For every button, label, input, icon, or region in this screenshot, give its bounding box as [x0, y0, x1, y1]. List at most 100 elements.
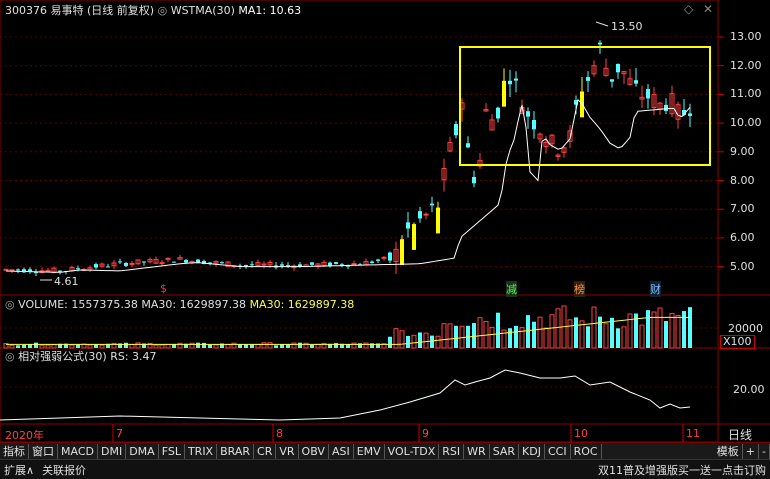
ma1-value: MA1: 10.63 [238, 4, 302, 17]
tab-dma[interactable]: DMA [126, 443, 159, 459]
candle-body [496, 107, 500, 119]
candle-body [3, 268, 9, 271]
candle-body [586, 77, 590, 81]
volume-value: VOLUME: 1557375.38 [18, 298, 138, 311]
volume-bar [567, 319, 573, 349]
chart-frame [0, 0, 719, 442]
candle-body [76, 268, 80, 270]
low-price-label: 4.61 [54, 275, 79, 288]
candle-body [418, 211, 422, 219]
candle-body [16, 269, 20, 271]
chart-header: 300376 易事特 (日线 前复权) ◎ WSTMA(30) MA1: 10.… [5, 4, 301, 17]
event-marker-jian[interactable]: 减 [506, 281, 517, 297]
volume-bar [45, 344, 51, 349]
stock-code: 300376 [5, 4, 47, 17]
tab-wr[interactable]: WR [464, 443, 490, 459]
volume-bar [441, 323, 447, 349]
tab-voltdx[interactable]: VOL-TDX [385, 443, 440, 459]
volume-bar [87, 344, 93, 349]
date-axis-label: 8 [276, 427, 283, 440]
candle-body [376, 259, 380, 261]
tab-indicator[interactable]: 指标 [0, 443, 29, 459]
remove-button[interactable]: - [759, 443, 770, 459]
volume-bar [9, 344, 15, 349]
volume-bar [586, 326, 590, 348]
volume-bar [496, 312, 500, 348]
volume-bar [621, 326, 627, 349]
related-quotes-button[interactable]: 关联报价 [38, 462, 90, 478]
volume-bar [202, 342, 206, 348]
period-button[interactable]: 日线 [728, 426, 752, 443]
volume-bar [543, 327, 549, 349]
volume-bar [255, 343, 261, 349]
event-marker-s[interactable]: $ [160, 282, 167, 295]
tab-cci[interactable]: CCI [545, 443, 571, 459]
tab-kdj[interactable]: KDJ [519, 443, 545, 459]
volume-bar [514, 325, 518, 348]
tab-macd[interactable]: MACD [58, 443, 98, 459]
volume-bar [388, 336, 392, 348]
tab-brar[interactable]: BRAR [217, 443, 255, 459]
price-axis-tick: 5.00 [730, 259, 755, 273]
price-axis-tick: 6.00 [730, 230, 755, 244]
volume-bar [393, 328, 399, 349]
settings-circle-icon[interactable]: ◎ [5, 350, 15, 363]
promo-ad-link[interactable]: 双11普及增强版买一送一点击订购 [594, 462, 770, 478]
tab-window[interactable]: 窗口 [29, 443, 58, 459]
tab-obv[interactable]: OBV [299, 443, 329, 459]
template-button[interactable]: 模板 [714, 443, 743, 459]
tab-emv[interactable]: EMV [354, 443, 385, 459]
tab-cr[interactable]: CR [254, 443, 277, 459]
rs-axis-tick: 20.00 [733, 383, 765, 396]
add-button[interactable]: + [743, 443, 760, 459]
candle-body [370, 261, 374, 263]
volume-bar [346, 344, 350, 348]
candle-body [526, 111, 530, 117]
candle-body [508, 80, 512, 85]
candle-body [454, 124, 458, 136]
volume-bar [51, 344, 57, 349]
tab-dmi[interactable]: DMI [98, 443, 127, 459]
candlestick-chart[interactable] [0, 0, 770, 442]
tab-roc[interactable]: ROC [571, 443, 602, 459]
tab-rsi[interactable]: RSI [439, 443, 465, 459]
candle-body [184, 260, 188, 263]
tab-fsl[interactable]: FSL [159, 443, 185, 459]
candle-body [610, 79, 614, 82]
candle-body [45, 269, 51, 272]
stock-name: 易事特 [50, 4, 84, 17]
event-marker-bang[interactable]: 榜 [574, 281, 585, 297]
volume-axis-tick: 20000 [728, 322, 763, 335]
candle-body [598, 42, 602, 45]
candle-body [412, 224, 416, 250]
close-icon[interactable]: ✕ [703, 2, 713, 16]
tab-sar[interactable]: SAR [490, 443, 520, 459]
candle-body [142, 261, 146, 263]
expand-button[interactable]: 扩展∧ [0, 462, 38, 478]
candle-body [250, 264, 254, 266]
volume-bar [34, 342, 38, 348]
volume-bar [124, 342, 128, 348]
volume-bar [208, 344, 212, 348]
high-price-label: 13.50 [611, 20, 643, 33]
candle-body [514, 78, 518, 81]
volume-bar [454, 325, 458, 348]
volume-bar [639, 324, 645, 349]
tab-trix[interactable]: TRIX [185, 443, 218, 459]
settings-circle-icon[interactable]: ◎ [5, 298, 15, 311]
candle-body [244, 265, 248, 267]
tab-asi[interactable]: ASI [329, 443, 354, 459]
candle-body [129, 262, 135, 265]
price-axis-tick: 10.00 [730, 116, 762, 130]
volume-bar [664, 321, 668, 348]
volume-bar [153, 344, 159, 349]
candle-body [310, 262, 314, 265]
event-marker-cai[interactable]: 财 [650, 281, 661, 297]
volume-bar [28, 344, 32, 348]
diamond-icon[interactable]: ◇ [684, 2, 693, 16]
candle-body [616, 63, 620, 73]
settings-circle-icon[interactable]: ◎ [158, 4, 168, 17]
volume-bar [250, 344, 254, 348]
volume-bar [69, 344, 75, 349]
tab-vr[interactable]: VR [276, 443, 299, 459]
